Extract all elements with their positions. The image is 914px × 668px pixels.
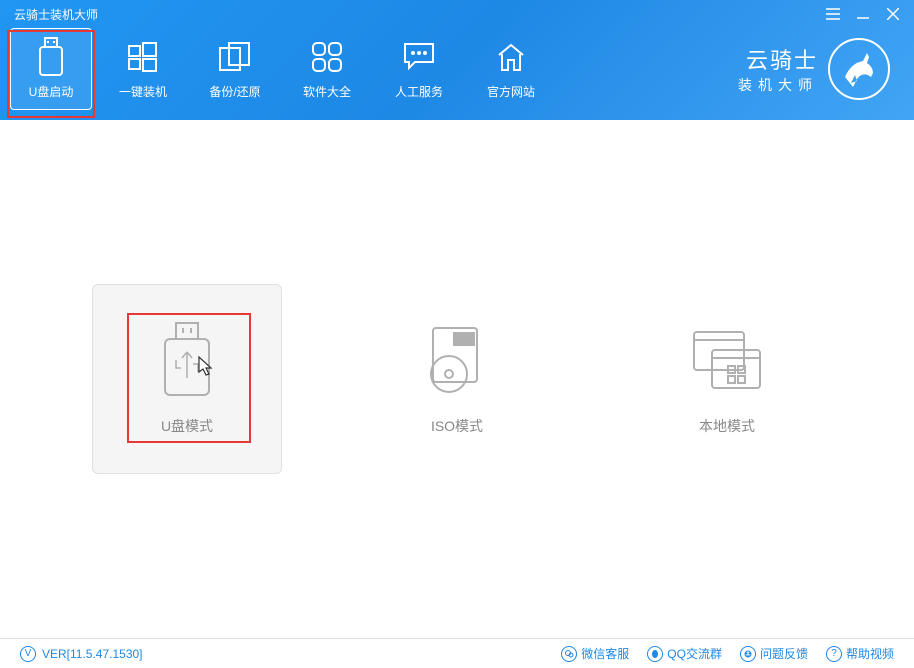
mode-local[interactable]: 本地模式 [632,284,822,474]
nav-label: 一键装机 [119,83,167,100]
nav-software[interactable]: 软件大全 [286,28,368,110]
nav-service[interactable]: 人工服务 [378,28,460,110]
menu-button[interactable] [826,7,840,21]
version-info[interactable]: V VER[11.5.47.1530] [20,646,143,662]
footer: V VER[11.5.47.1530] 微信客服 QQ交流群 问题反馈 ? 帮助… [0,638,914,668]
knight-logo [828,38,890,100]
mode-label: U盘模式 [161,416,213,436]
nav-label: U盘启动 [29,83,74,100]
local-icon [690,322,764,398]
footer-help[interactable]: ? 帮助视频 [826,645,894,662]
nav-label: 官方网站 [487,83,535,100]
nav-label: 备份/还原 [209,83,260,100]
footer-wechat[interactable]: 微信客服 [561,645,629,662]
iso-icon: ISO [421,322,493,398]
mode-label: ISO模式 [431,416,483,436]
windows-icon [128,39,158,75]
nav-usb-boot[interactable]: U盘启动 [10,28,92,110]
nav-label: 软件大全 [303,83,351,100]
minimize-button[interactable] [856,7,870,21]
home-icon [495,39,527,75]
window-controls [826,7,900,21]
backup-icon [219,39,251,75]
version-text: VER[11.5.47.1530] [42,647,143,661]
nav-one-click[interactable]: 一键装机 [102,28,184,110]
app-title: 云骑士装机大师 [14,6,98,23]
footer-link-label: 帮助视频 [846,645,894,662]
close-button[interactable] [886,7,900,21]
qq-icon [647,646,663,662]
nav-website[interactable]: 官方网站 [470,28,552,110]
mode-usb[interactable]: U盘模式 [92,284,282,474]
main: U盘模式 ISO ISO模式 本地模式 [0,120,914,638]
version-icon: V [20,646,36,662]
footer-link-label: QQ交流群 [667,645,722,662]
brand: 云骑士 装机大师 [738,38,890,100]
help-icon: ? [826,646,842,662]
footer-link-label: 微信客服 [581,645,629,662]
cursor-icon [197,355,215,377]
svg-text:ISO: ISO [456,335,473,346]
nav-backup[interactable]: 备份/还原 [194,28,276,110]
chat-icon [403,39,435,75]
footer-qq[interactable]: QQ交流群 [647,645,722,662]
footer-feedback[interactable]: 问题反馈 [740,645,808,662]
brand-line1: 云骑士 [738,43,818,75]
mode-iso[interactable]: ISO ISO模式 [362,284,552,474]
brand-line2: 装机大师 [738,75,818,95]
footer-link-label: 问题反馈 [760,645,808,662]
header: 云骑士装机大师 U盘启动 一键装机 备份/还原 [0,0,914,120]
mode-label: 本地模式 [699,416,755,436]
feedback-icon [740,646,756,662]
footer-links: 微信客服 QQ交流群 问题反馈 ? 帮助视频 [561,645,894,662]
usb-icon [38,39,64,75]
apps-icon [312,39,342,75]
wechat-icon [561,646,577,662]
titlebar: 云骑士装机大师 [0,0,914,28]
nav-label: 人工服务 [395,83,443,100]
